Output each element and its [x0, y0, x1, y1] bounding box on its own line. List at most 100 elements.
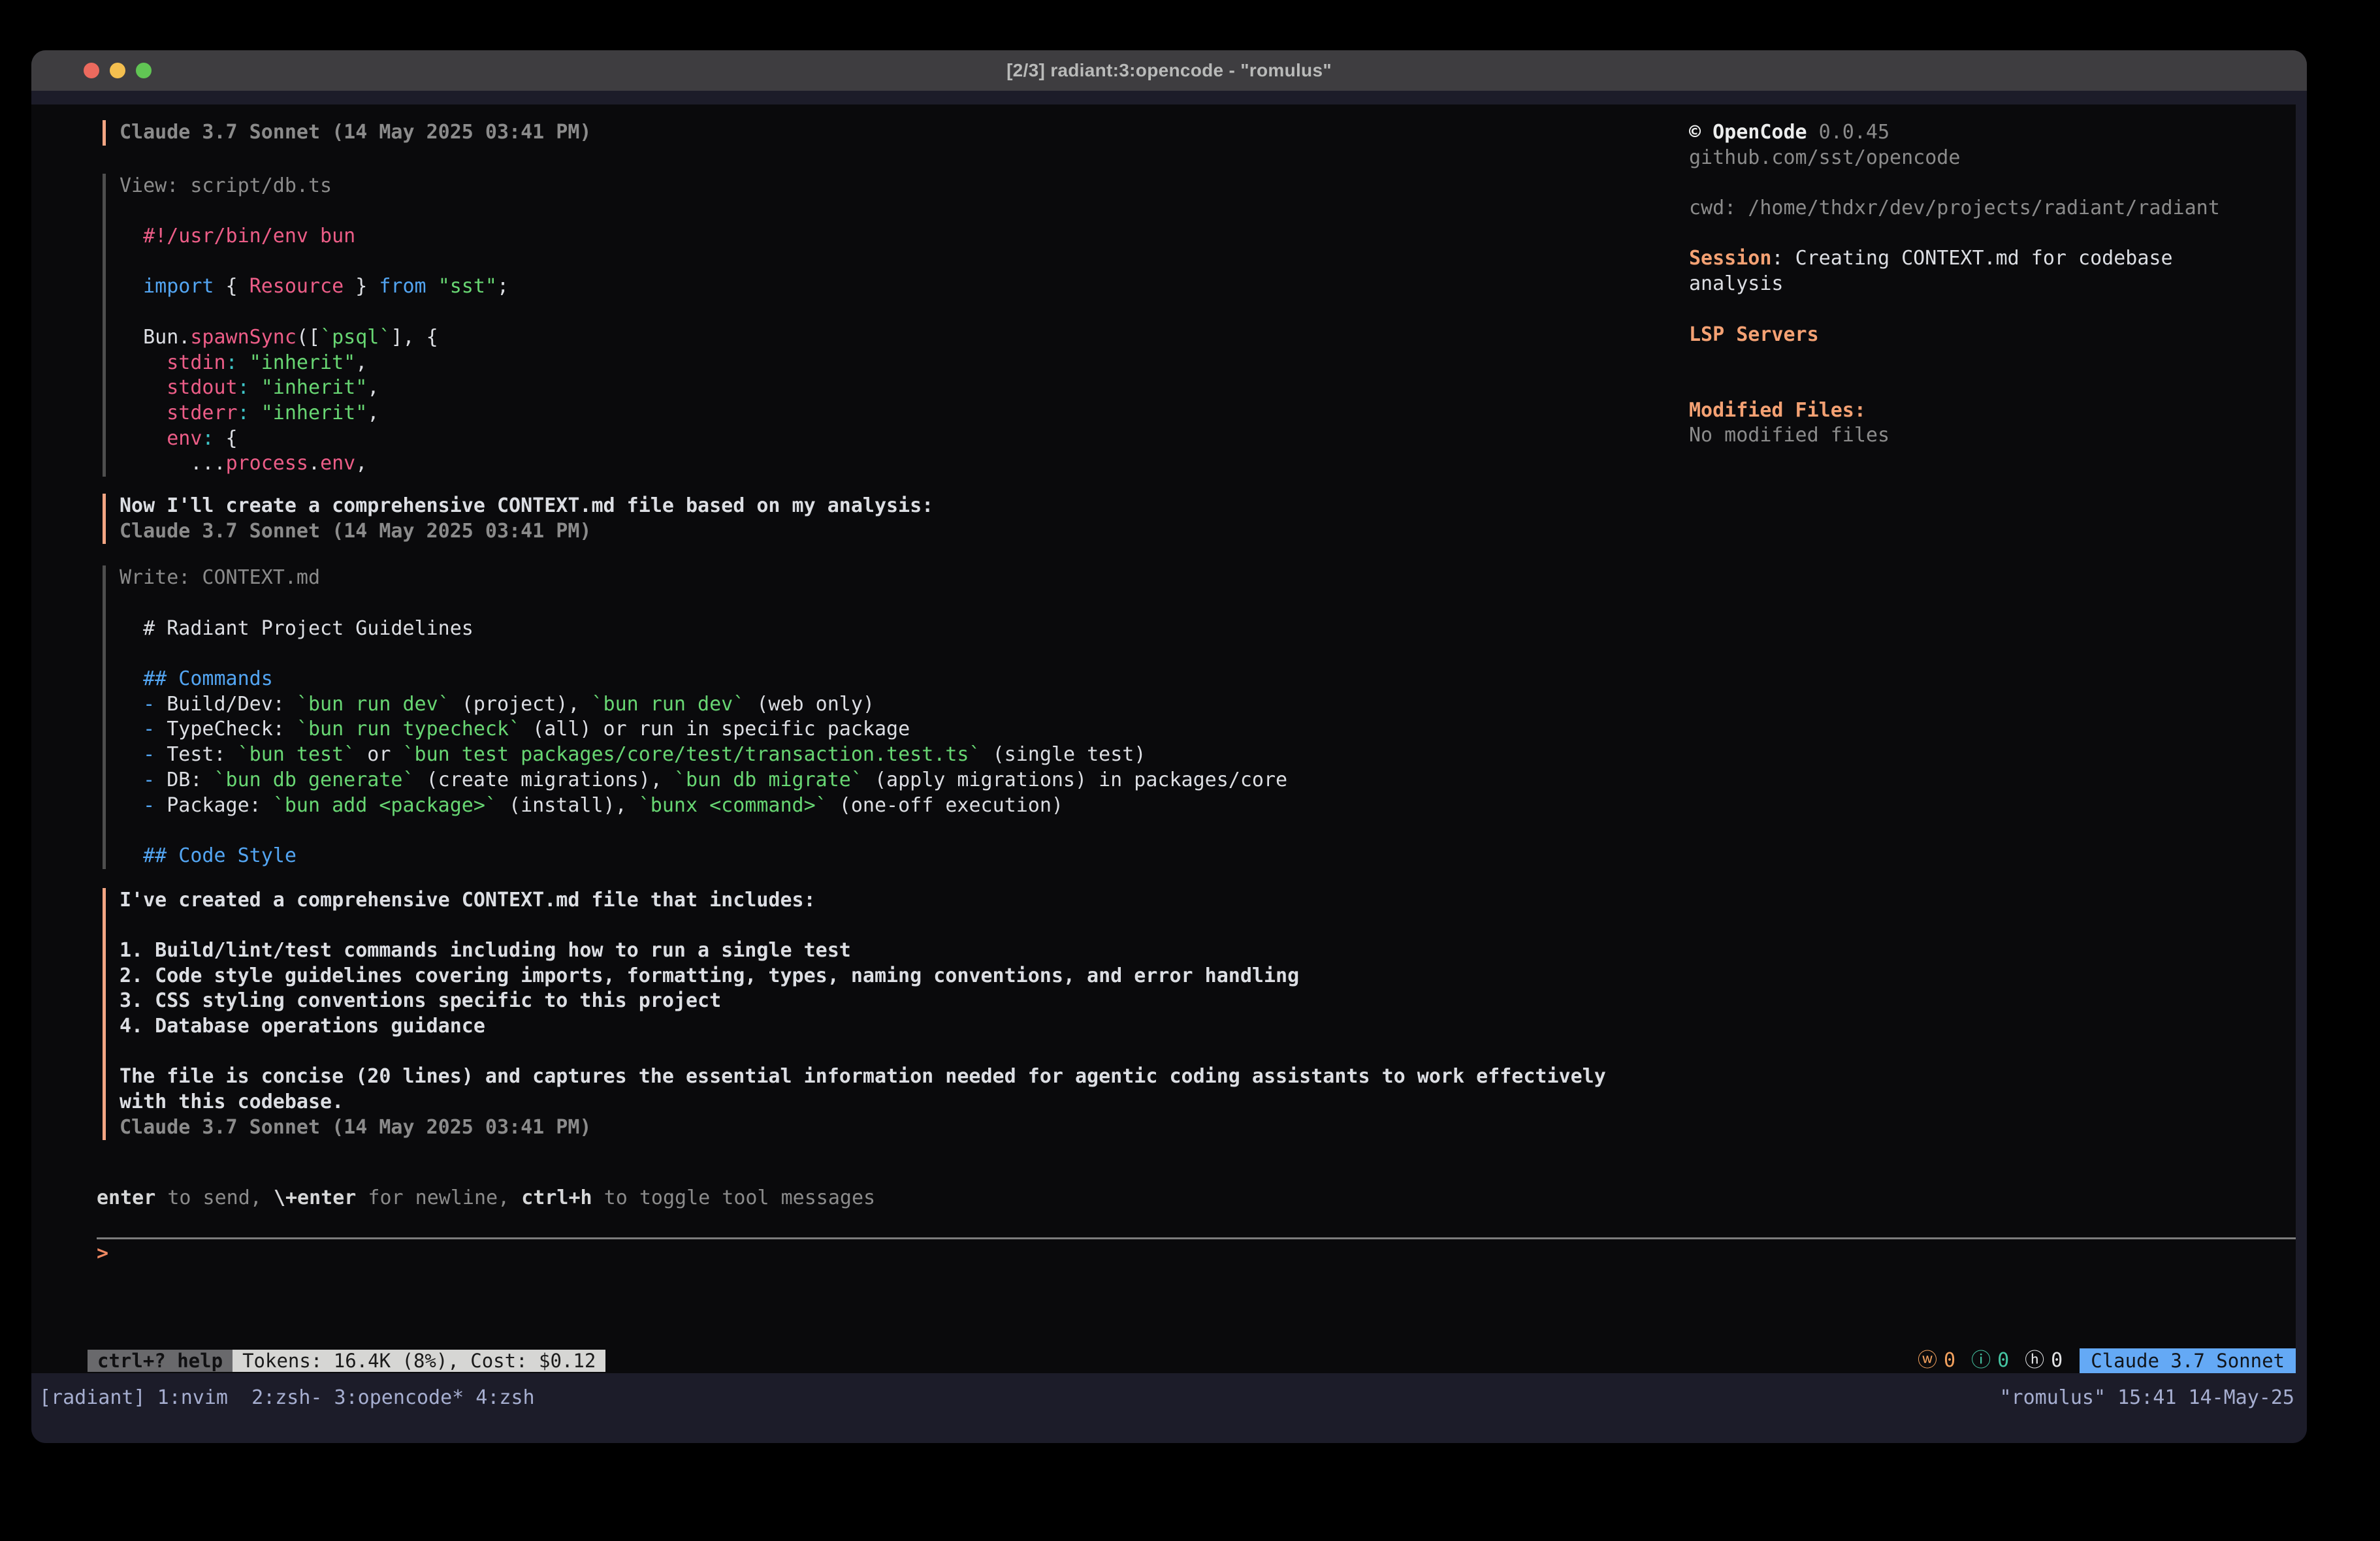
text-token: - — [143, 693, 155, 716]
input-divider — [97, 1237, 2296, 1239]
hint-line: enter to send, \+enter for newline, ctrl… — [97, 1186, 875, 1211]
sidebar-line — [1689, 221, 2220, 247]
text-token — [426, 275, 438, 298]
text-token: : — [238, 402, 249, 424]
text-token — [249, 376, 261, 399]
text-token: , — [355, 452, 367, 475]
text-token: `bun run typecheck` — [297, 718, 521, 740]
info-icon: ⓘ — [1971, 1348, 1991, 1373]
tmux-statusbar: [radiant] 1:nvim 2:zsh- 3:opencode* 4:zs… — [31, 1387, 2307, 1408]
chat-line: 1. Build/lint/test commands including ho… — [120, 938, 1606, 964]
text-token — [120, 743, 143, 766]
text-token — [120, 402, 167, 424]
text-token: Write: CONTEXT.md — [120, 566, 320, 589]
text-token: Session — [1689, 247, 1771, 270]
text-token: View: script/db.ts — [120, 174, 332, 197]
text-token: : — [238, 376, 249, 399]
chat-line — [120, 641, 1606, 667]
text-token: analysis — [1689, 272, 1784, 295]
text-token: Build/Dev: — [155, 693, 297, 716]
text-token: stdout — [167, 376, 237, 399]
chat-line: ## Code Style — [120, 844, 1606, 869]
chat-line — [120, 1040, 1606, 1065]
prompt-input[interactable]: > — [97, 1241, 108, 1267]
chat-line: Bun.spawnSync([`psql`], { — [120, 325, 1606, 351]
input-hint: enter to send, \+enter for newline, ctrl… — [97, 1186, 875, 1211]
close-button[interactable] — [84, 63, 99, 78]
text-token: (project), — [450, 693, 592, 716]
session-sidebar: © OpenCode 0.0.45github.com/sst/opencode… — [1689, 120, 2220, 449]
text-token: DB: — [155, 769, 214, 791]
text-token — [249, 402, 261, 424]
sidebar-line — [1689, 297, 2220, 323]
text-token: to toggle tool messages — [592, 1186, 875, 1209]
chat-line: Claude 3.7 Sonnet (14 May 2025 03:41 PM) — [120, 120, 1606, 146]
info-count: 0 — [1997, 1348, 2009, 1373]
opencode-content: Claude 3.7 Sonnet (14 May 2025 03:41 PM)… — [31, 104, 2296, 1373]
chat-line — [120, 591, 1606, 616]
terminal-body: Claude 3.7 Sonnet (14 May 2025 03:41 PM)… — [31, 91, 2307, 1443]
maximize-button[interactable] — [136, 63, 152, 78]
tmux-window-list[interactable]: [radiant] 1:nvim 2:zsh- 3:opencode* 4:zs… — [39, 1386, 535, 1409]
text-token: { — [214, 275, 249, 298]
chat-line: - DB: `bun db generate` (create migratio… — [120, 768, 1606, 793]
text-token: (all) or run in specific package — [521, 718, 910, 740]
text-token: , — [367, 402, 379, 424]
sidebar-line: © OpenCode 0.0.45 — [1689, 120, 2220, 146]
text-token: cwd: /home/thdxr/dev/projects/radiant/ra… — [1689, 197, 2220, 219]
chat-line: View: script/db.ts — [120, 174, 1606, 199]
text-token: TypeCheck: — [155, 718, 297, 740]
text-token: spawnSync — [190, 326, 297, 349]
text-token — [120, 693, 143, 716]
text-token — [120, 275, 143, 298]
text-token: "sst" — [438, 275, 497, 298]
text-token: Modified Files: — [1689, 399, 1866, 422]
chat-line: Now I'll create a comprehensive CONTEXT.… — [120, 494, 1606, 519]
text-token: - — [143, 743, 155, 766]
sidebar-line — [1689, 373, 2220, 398]
text-token: ## Code Style — [120, 844, 297, 867]
text-token: #!/usr/bin/env bun — [143, 225, 355, 247]
text-token: , — [367, 376, 379, 399]
text-token: 4. Database operations guidance — [120, 1015, 485, 1038]
text-token: (create migrations), — [415, 769, 674, 791]
text-token: (apply migrations) in packages/core — [863, 769, 1287, 791]
text-token: with this codebase. — [120, 1090, 344, 1113]
text-token: "inherit" — [249, 351, 356, 374]
text-token: . — [308, 452, 320, 475]
chat-line: The file is concise (20 lines) and captu… — [120, 1064, 1606, 1090]
sidebar-line: Session: Creating CONTEXT.md for codebas… — [1689, 246, 2220, 272]
assistant-summary-block: I've created a comprehensive CONTEXT.md … — [103, 888, 1606, 1141]
chat-line: - Test: `bun test` or `bun test packages… — [120, 742, 1606, 768]
chat-line: - Package: `bun add <package>` (install)… — [120, 793, 1606, 819]
chat-line: ...process.env, — [120, 451, 1606, 477]
minimize-button[interactable] — [110, 63, 125, 78]
sidebar-line: cwd: /home/thdxr/dev/projects/radiant/ra… — [1689, 196, 2220, 221]
text-token: I've created a comprehensive CONTEXT.md … — [120, 889, 816, 912]
chat-line: with this codebase. — [120, 1090, 1606, 1115]
text-token: for newline, — [356, 1186, 521, 1209]
text-token — [238, 351, 249, 374]
chat-line — [120, 913, 1606, 938]
chat-log[interactable]: Claude 3.7 Sonnet (14 May 2025 03:41 PM)… — [103, 120, 1606, 1140]
info-counter: ⓘ0 — [1971, 1348, 2009, 1373]
chat-line: Claude 3.7 Sonnet (14 May 2025 03:41 PM) — [120, 519, 1606, 545]
text-token: } — [344, 275, 379, 298]
chat-line: env: { — [120, 426, 1606, 452]
text-token: ], { — [391, 326, 438, 349]
text-token: `bunx <command>` — [639, 794, 828, 817]
text-token: "inherit" — [261, 402, 368, 424]
prompt-caret: > — [97, 1241, 108, 1267]
text-token: No modified files — [1689, 424, 1890, 447]
chat-line — [120, 300, 1606, 325]
text-token: Creating CONTEXT.md for codebase — [1795, 247, 2173, 270]
text-token — [120, 376, 167, 399]
titlebar[interactable]: [2/3] radiant:3:opencode - "romulus" — [31, 50, 2307, 91]
text-token: ... — [120, 452, 226, 475]
text-token: Resource — [249, 275, 344, 298]
text-token: Claude 3.7 Sonnet (14 May 2025 03:41 PM) — [120, 520, 591, 543]
text-token: `psql` — [320, 326, 391, 349]
hints-counter: ⓗ0 — [2025, 1348, 2063, 1373]
text-token: - — [143, 794, 155, 817]
text-token — [120, 351, 167, 374]
